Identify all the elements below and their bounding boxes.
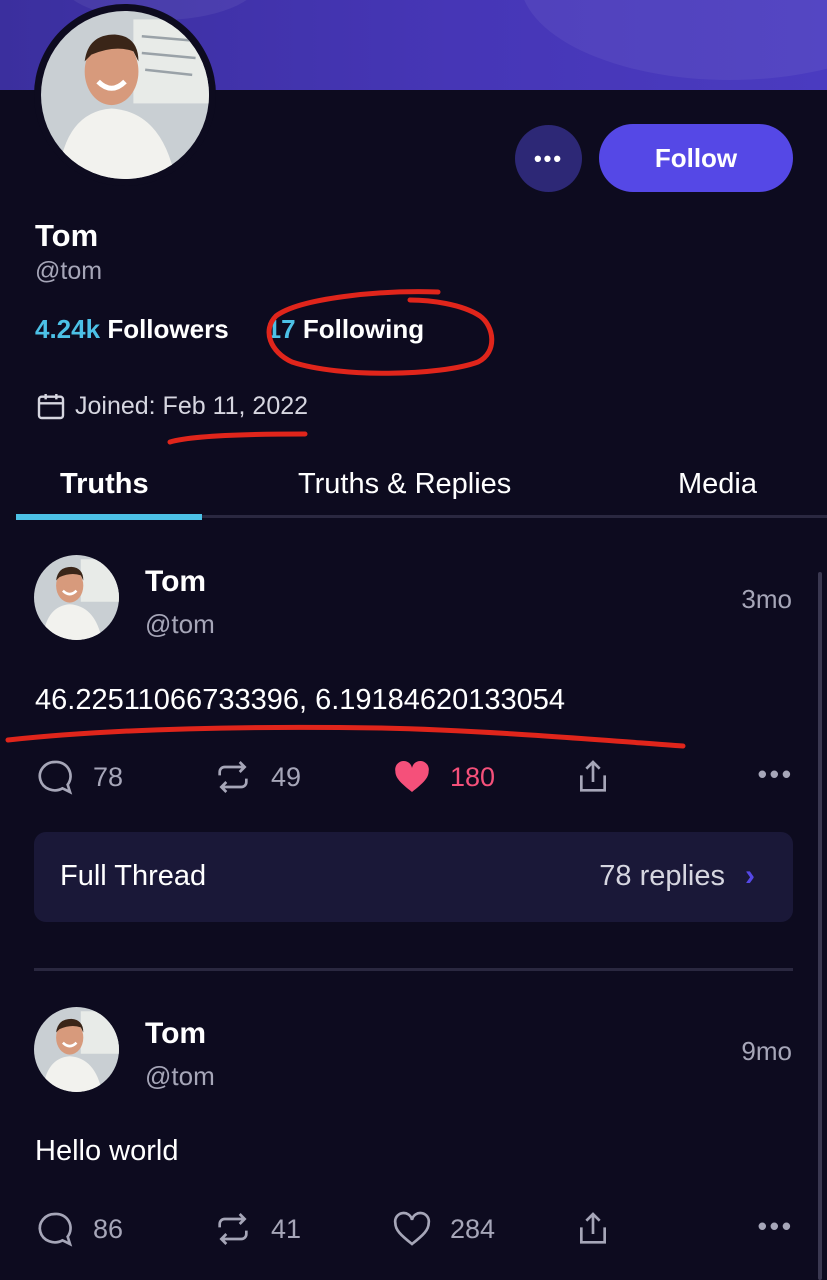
- post-text: 46.22511066733396, 6.19184620133054: [35, 684, 566, 716]
- repost-button[interactable]: 49: [213, 757, 301, 797]
- followers-link[interactable]: 4.24k Followers: [35, 314, 229, 345]
- calendar-icon: [37, 394, 65, 420]
- follow-button[interactable]: Follow: [599, 124, 793, 192]
- reply-icon: [38, 1212, 73, 1247]
- repost-count: 41: [271, 1213, 302, 1244]
- post-actions: 78 49 180 •••: [0, 753, 827, 803]
- repost-icon: [218, 761, 248, 793]
- reply-count: 86: [93, 1213, 124, 1244]
- avatar[interactable]: [34, 555, 119, 640]
- reply-button[interactable]: 78: [35, 757, 123, 797]
- profile-handle: @tom: [35, 257, 103, 285]
- post-divider: [34, 968, 793, 971]
- reply-button[interactable]: 86: [35, 1209, 123, 1249]
- share-button[interactable]: [573, 757, 613, 797]
- more-icon: •••: [533, 145, 564, 171]
- share-icon: [580, 1212, 606, 1244]
- tab-media[interactable]: Media: [678, 468, 757, 501]
- post-timestamp: 9mo: [741, 1036, 792, 1066]
- joined-underline-annotation: [167, 431, 308, 445]
- following-count: 17: [266, 314, 296, 344]
- repost-icon: [218, 1213, 248, 1245]
- reply-count: 78: [93, 761, 124, 792]
- more-icon: •••: [757, 1211, 794, 1241]
- post-timestamp: 3mo: [741, 584, 792, 614]
- thread-replies-count: 78 replies: [599, 860, 725, 892]
- full-thread-link[interactable]: Full Thread 78 replies ›: [34, 832, 793, 922]
- share-icon: [580, 760, 606, 792]
- post-author-handle: @tom: [145, 1061, 215, 1091]
- repost-button[interactable]: 41: [213, 1209, 301, 1249]
- more-options-button[interactable]: •••: [515, 125, 582, 192]
- annotation-markup: [5, 289, 686, 749]
- tab-truths[interactable]: Truths: [60, 468, 149, 501]
- reply-icon: [38, 760, 73, 795]
- share-button[interactable]: [573, 1209, 613, 1249]
- profile-tabs: Truths Truths & Replies Media: [0, 460, 827, 520]
- heart-icon: [395, 761, 429, 792]
- active-tab-indicator: [16, 514, 202, 520]
- post-more-button[interactable]: •••: [758, 1211, 794, 1242]
- joined-text: Joined: Feb 11, 2022: [75, 391, 309, 420]
- full-thread-label: Full Thread: [60, 860, 207, 892]
- like-count: 180: [450, 761, 496, 792]
- following-label: Following: [302, 314, 425, 344]
- profile-avatar[interactable]: [34, 4, 216, 186]
- chevron-right-icon: ›: [745, 859, 755, 892]
- repost-count: 49: [271, 761, 302, 792]
- avatar[interactable]: [34, 1007, 119, 1092]
- more-icon: •••: [757, 759, 794, 789]
- post-author-handle: @tom: [145, 609, 215, 639]
- post-text: Hello world: [35, 1135, 179, 1167]
- following-link[interactable]: 17 Following: [267, 314, 424, 345]
- followers-label: Followers: [107, 314, 229, 344]
- followers-count: 4.24k: [35, 314, 101, 344]
- tab-truths-replies[interactable]: Truths & Replies: [298, 468, 511, 501]
- coordinates-underline-annotation: [5, 724, 686, 749]
- like-button[interactable]: 284: [392, 1209, 495, 1249]
- post-more-button[interactable]: •••: [758, 759, 794, 790]
- post-actions: 86 41 284 •••: [0, 1205, 827, 1255]
- post-author-name[interactable]: Tom: [145, 565, 206, 599]
- post-author-name[interactable]: Tom: [145, 1017, 206, 1051]
- profile-stats: 4.24k Followers 17 Following: [35, 314, 424, 345]
- profile-name: Tom: [35, 218, 99, 253]
- like-button[interactable]: 180: [392, 757, 495, 797]
- like-count: 284: [450, 1213, 496, 1244]
- joined-date: Joined: Feb 11, 2022: [35, 390, 308, 422]
- heart-icon: [393, 1211, 431, 1246]
- avatar-photo: [41, 11, 209, 179]
- scrollbar[interactable]: [818, 572, 822, 1280]
